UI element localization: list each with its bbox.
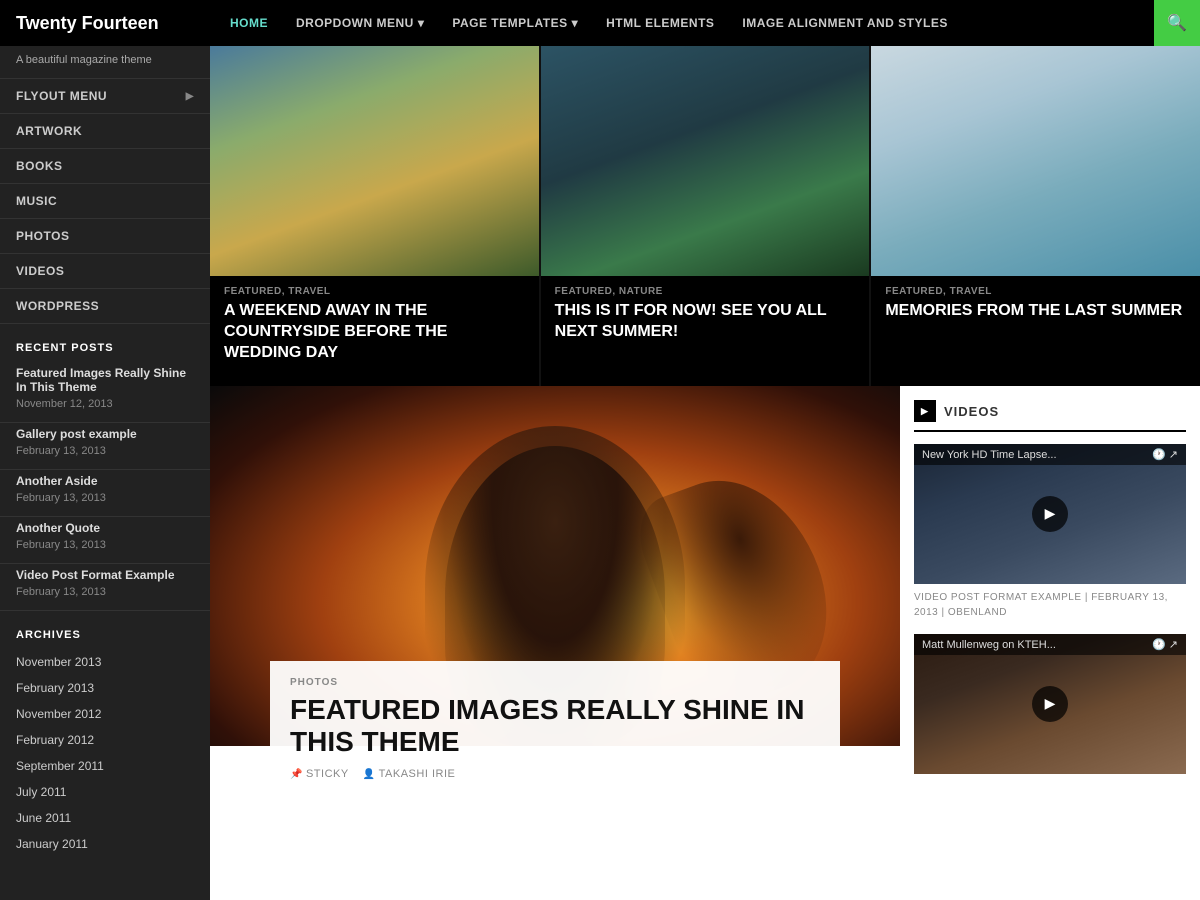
video-play-button-0[interactable]: ▶ [1032,496,1068,532]
author-meta: 👤 TAKASHI IRIE [363,768,456,780]
sidebar-item-music[interactable]: MUSIC [0,184,210,219]
featured-overlay: PHOTOS FEATURED IMAGES REALLY SHINE IN T… [270,661,840,794]
search-button[interactable]: 🔍 [1154,0,1200,46]
chevron-down-icon: ▾ [572,16,579,30]
archive-feb-2013[interactable]: February 2013 [0,675,210,701]
sidebar-item-wordpress[interactable]: WORDPRESS [0,289,210,324]
featured-category: PHOTOS [290,677,820,688]
featured-post-title[interactable]: FEATURED IMAGES REALLY SHINE IN THIS THE… [290,694,820,758]
chevron-down-icon: ▾ [418,16,425,30]
sidebar-item-photos[interactable]: PHOTOS [0,219,210,254]
layout: A beautiful magazine theme FLYOUT MENU ▶… [0,46,1200,900]
featured-meta: 📌 STICKY 👤 TAKASHI IRIE [290,768,820,780]
videos-widget-title: ▶ VIDEOS [914,400,1186,432]
hero-tags-0: FEATURED, TRAVEL [224,286,525,297]
hero-title-0[interactable]: A WEEKEND AWAY IN THE COUNTRYSIDE BEFORE… [224,301,525,363]
sticky-badge: 📌 STICKY [290,768,349,780]
hero-slide-content-2: FEATURED, TRAVEL MEMORIES FROM THE LAST … [871,276,1200,332]
archive-nov-2013[interactable]: November 2013 [0,649,210,675]
video-top-bar-0: New York HD Time Lapse... 🕐 ↗ [914,444,1186,465]
sidebar-item-videos[interactable]: VIDEOS [0,254,210,289]
recent-posts-title: RECENT POSTS [0,324,210,362]
hero-tags-2: FEATURED, TRAVEL [885,286,1186,297]
pin-icon: 📌 [290,769,303,780]
featured-post: PHOTOS FEATURED IMAGES REALLY SHINE IN T… [210,386,900,794]
site-title[interactable]: Twenty Fourteen [16,13,196,34]
archive-nov-2012[interactable]: November 2012 [0,701,210,727]
video-top-bar-1: Matt Mullenweg on KTEH... 🕐 ↗ [914,634,1186,655]
hero-slide-image-0 [210,46,539,276]
hero-slide-image-2 [871,46,1200,276]
main-content: FEATURED, TRAVEL A WEEKEND AWAY IN THE C… [210,46,1200,900]
archive-sep-2011[interactable]: September 2011 [0,753,210,779]
nav-page-templates[interactable]: PAGE TEMPLATES ▾ [438,16,592,30]
archives-title: ARCHIVES [0,611,210,649]
sidebar-item-books[interactable]: BOOKS [0,149,210,184]
search-icon: 🔍 [1167,13,1187,33]
nav-home[interactable]: HOME [216,16,282,30]
hero-slide-1[interactable]: FEATURED, NATURE THIS IS IT FOR NOW! SEE… [539,46,872,386]
hero-tags-1: FEATURED, NATURE [555,286,856,297]
recent-post-1[interactable]: Gallery post example February 13, 2013 [0,423,210,470]
hero-slide-content-0: FEATURED, TRAVEL A WEEKEND AWAY IN THE C… [210,276,539,373]
featured-area: PHOTOS FEATURED IMAGES REALLY SHINE IN T… [210,386,1200,794]
right-sidebar: ▶ VIDEOS New York HD Time Lapse... 🕐 ↗ ▶… [900,386,1200,794]
sidebar-item-artwork[interactable]: ARTWORK [0,114,210,149]
video-meta-0: VIDEO POST FORMAT EXAMPLE | FEBRUARY 13,… [914,590,1186,620]
video-play-button-1[interactable]: ▶ [1032,686,1068,722]
sidebar-item-flyout[interactable]: FLYOUT MENU ▶ [0,79,210,114]
nav-image-alignment[interactable]: IMAGE ALIGNMENT AND STYLES [728,16,961,30]
archive-jun-2011[interactable]: June 2011 [0,805,210,831]
arrow-icon: ▶ [186,91,194,102]
recent-post-4[interactable]: Video Post Format Example February 13, 2… [0,564,210,611]
person-icon: 👤 [363,769,376,780]
play-icon: ▶ [914,400,936,422]
recent-post-3[interactable]: Another Quote February 13, 2013 [0,517,210,564]
nav-html-elements[interactable]: HTML ELEMENTS [592,16,728,30]
hero-title-1[interactable]: THIS IS IT FOR NOW! SEE YOU ALL NEXT SUM… [555,301,856,343]
header: Twenty Fourteen HOME DROPDOWN MENU ▾ PAG… [0,0,1200,46]
archive-jul-2011[interactable]: July 2011 [0,779,210,805]
archive-jan-2011[interactable]: January 2011 [0,831,210,857]
main-nav: HOME DROPDOWN MENU ▾ PAGE TEMPLATES ▾ HT… [196,16,1154,30]
sidebar: A beautiful magazine theme FLYOUT MENU ▶… [0,46,210,900]
archive-feb-2012[interactable]: February 2012 [0,727,210,753]
video-thumb-1[interactable]: Matt Mullenweg on KTEH... 🕐 ↗ ▶ [914,634,1186,774]
site-tagline: A beautiful magazine theme [0,46,210,79]
hero-slide-0[interactable]: FEATURED, TRAVEL A WEEKEND AWAY IN THE C… [210,46,539,386]
hero-slider: FEATURED, TRAVEL A WEEKEND AWAY IN THE C… [210,46,1200,386]
video-thumb-0[interactable]: New York HD Time Lapse... 🕐 ↗ ▶ [914,444,1186,584]
hero-title-2[interactable]: MEMORIES FROM THE LAST SUMMER [885,301,1186,322]
recent-post-0[interactable]: Featured Images Really Shine In This The… [0,362,210,423]
hero-slide-2[interactable]: FEATURED, TRAVEL MEMORIES FROM THE LAST … [871,46,1200,386]
nav-dropdown[interactable]: DROPDOWN MENU ▾ [282,16,438,30]
hero-slide-image-1 [541,46,870,276]
recent-post-2[interactable]: Another Aside February 13, 2013 [0,470,210,517]
hero-slide-content-1: FEATURED, NATURE THIS IS IT FOR NOW! SEE… [541,276,870,353]
